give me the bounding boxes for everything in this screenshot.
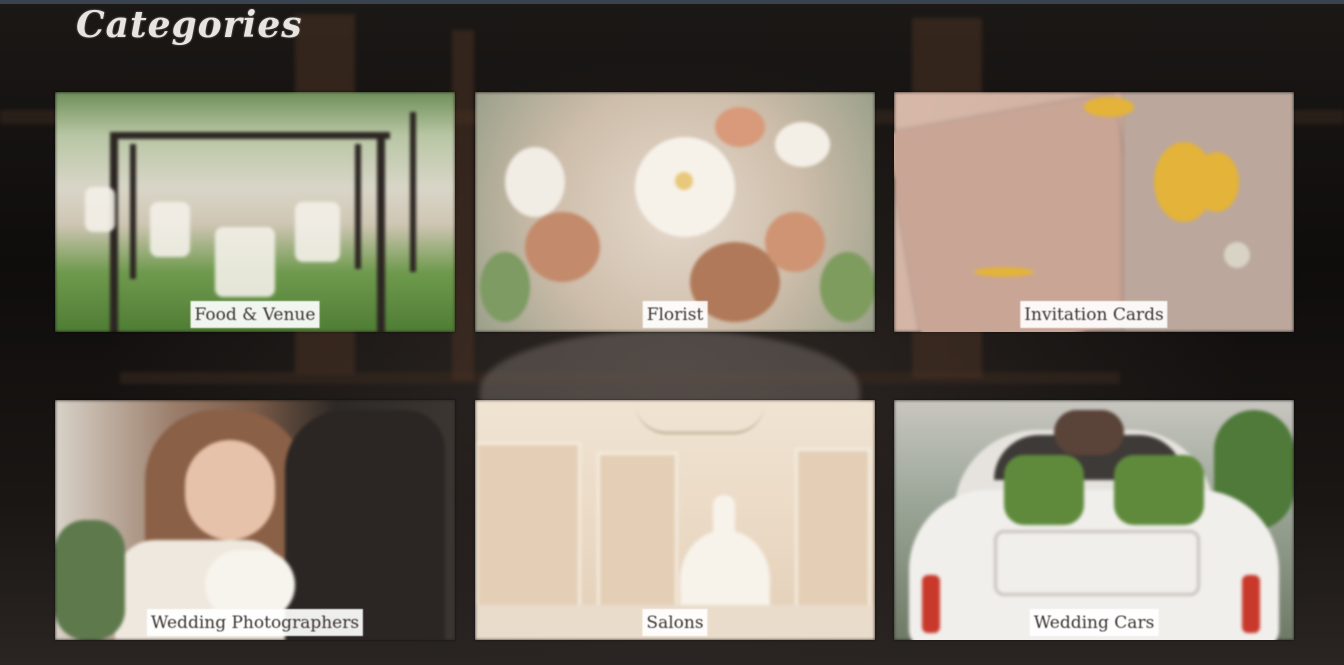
category-label: Wedding Photographers [146,609,364,636]
category-card-wedding-photographers[interactable]: Wedding Photographers [55,400,455,640]
bridal-salon-image [475,400,875,640]
category-card-invitation-cards[interactable]: Invitation Cards [894,92,1294,332]
categories-page: Categories Food & Venue Florist Invitati… [0,0,1344,665]
category-label: Food & Venue [190,301,320,328]
category-card-food-venue[interactable]: Food & Venue [55,92,455,332]
background-column [452,30,474,380]
flower-bouquet-image [475,92,875,332]
category-label: Wedding Cars [1029,609,1159,636]
wedding-car-image [894,400,1294,640]
page-title: Categories [76,4,303,46]
invitation-card-image [894,92,1294,332]
category-label: Salons [642,609,708,636]
category-card-florist[interactable]: Florist [475,92,875,332]
category-card-wedding-cars[interactable]: Wedding Cars [894,400,1294,640]
category-card-salons[interactable]: Salons [475,400,875,640]
category-label: Invitation Cards [1020,301,1168,328]
garden-venue-image [55,92,455,332]
category-label: Florist [642,301,708,328]
couple-photo-image [55,400,455,640]
